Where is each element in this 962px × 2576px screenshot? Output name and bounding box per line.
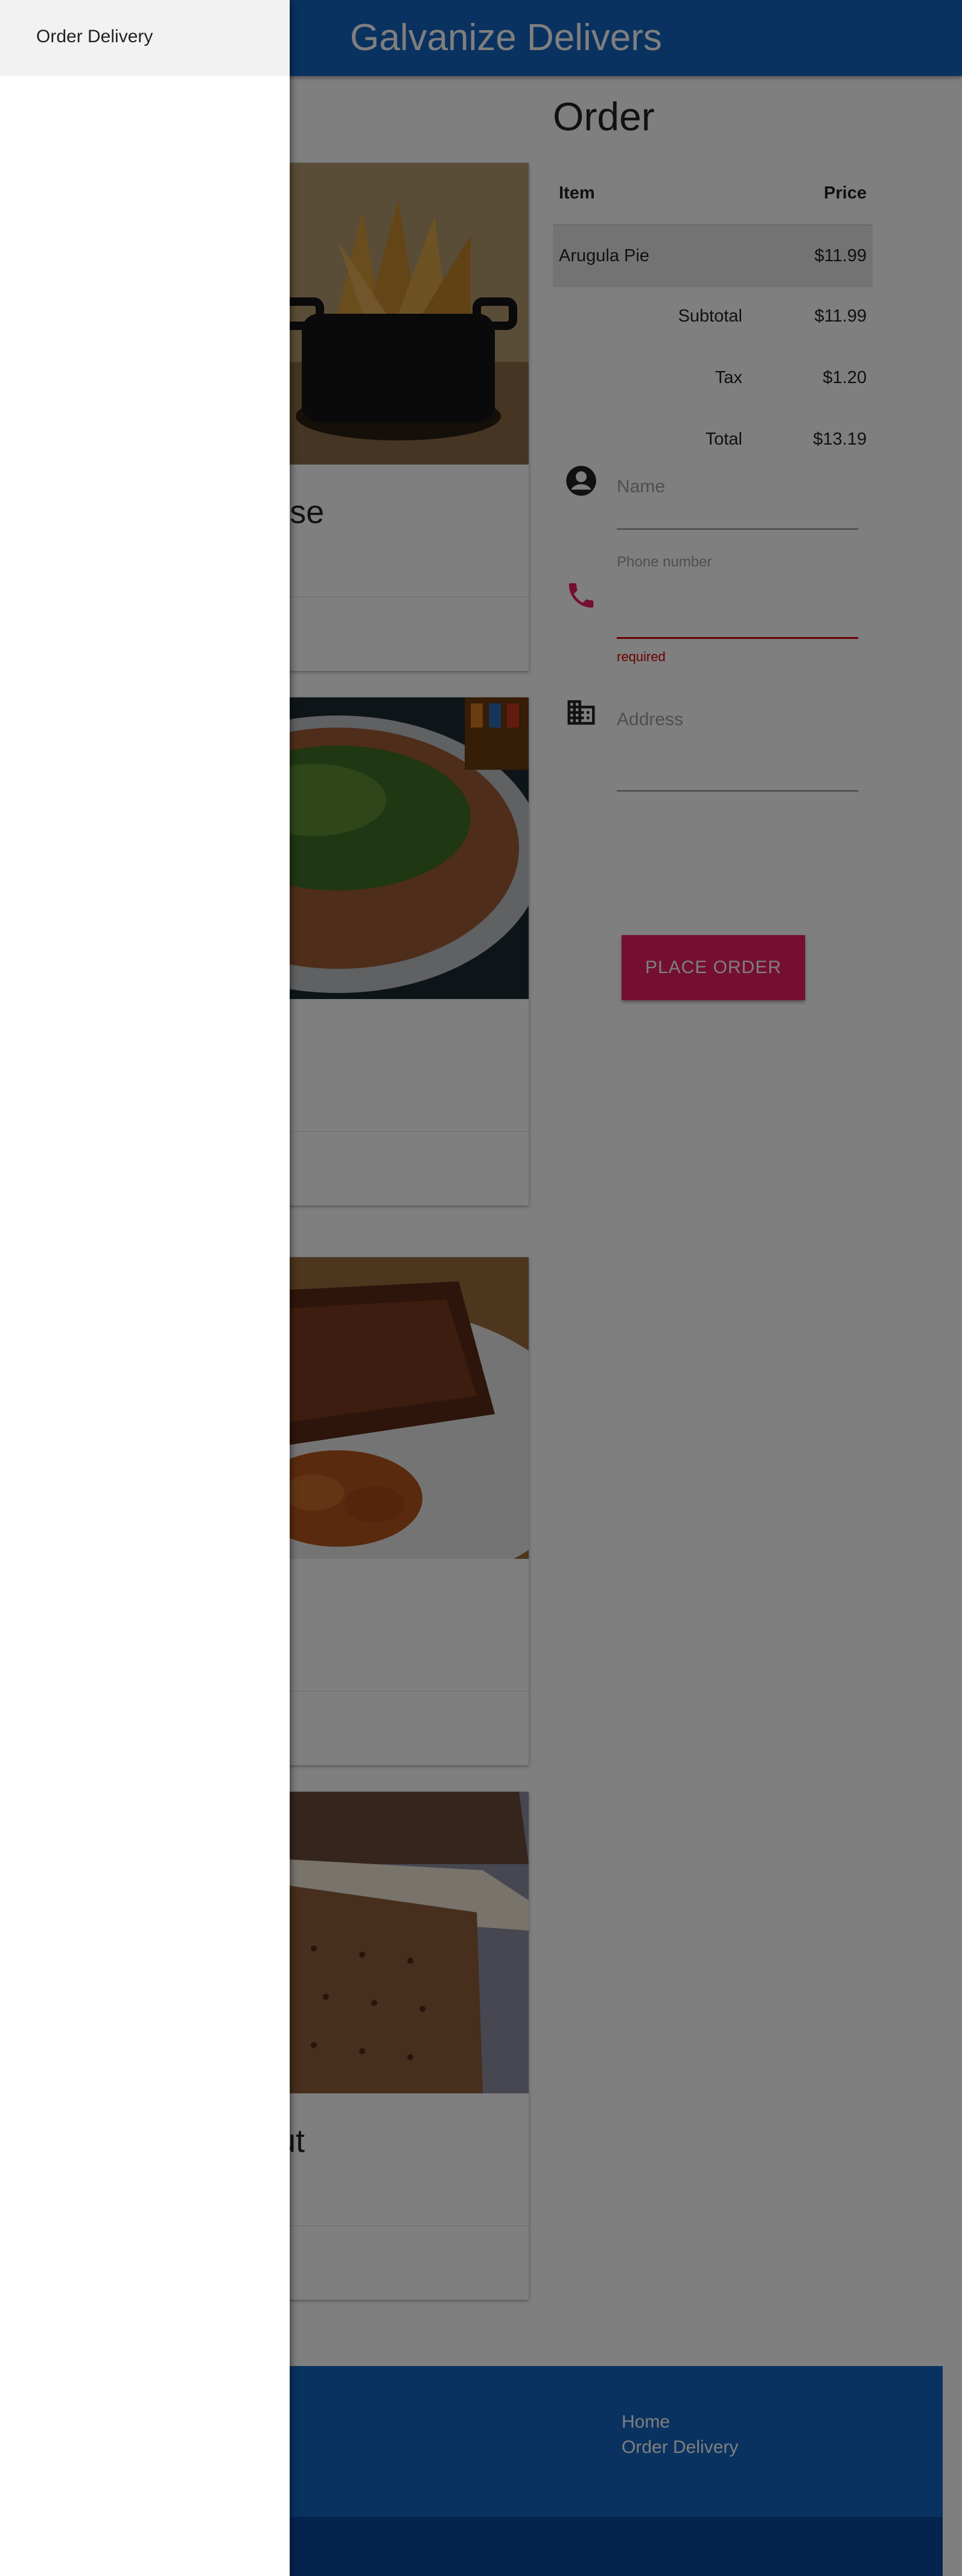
nav-drawer: Order Delivery [0, 0, 290, 2576]
drawer-item-order-delivery[interactable]: Order Delivery [36, 27, 153, 47]
drawer-header: Order Delivery [0, 0, 290, 76]
